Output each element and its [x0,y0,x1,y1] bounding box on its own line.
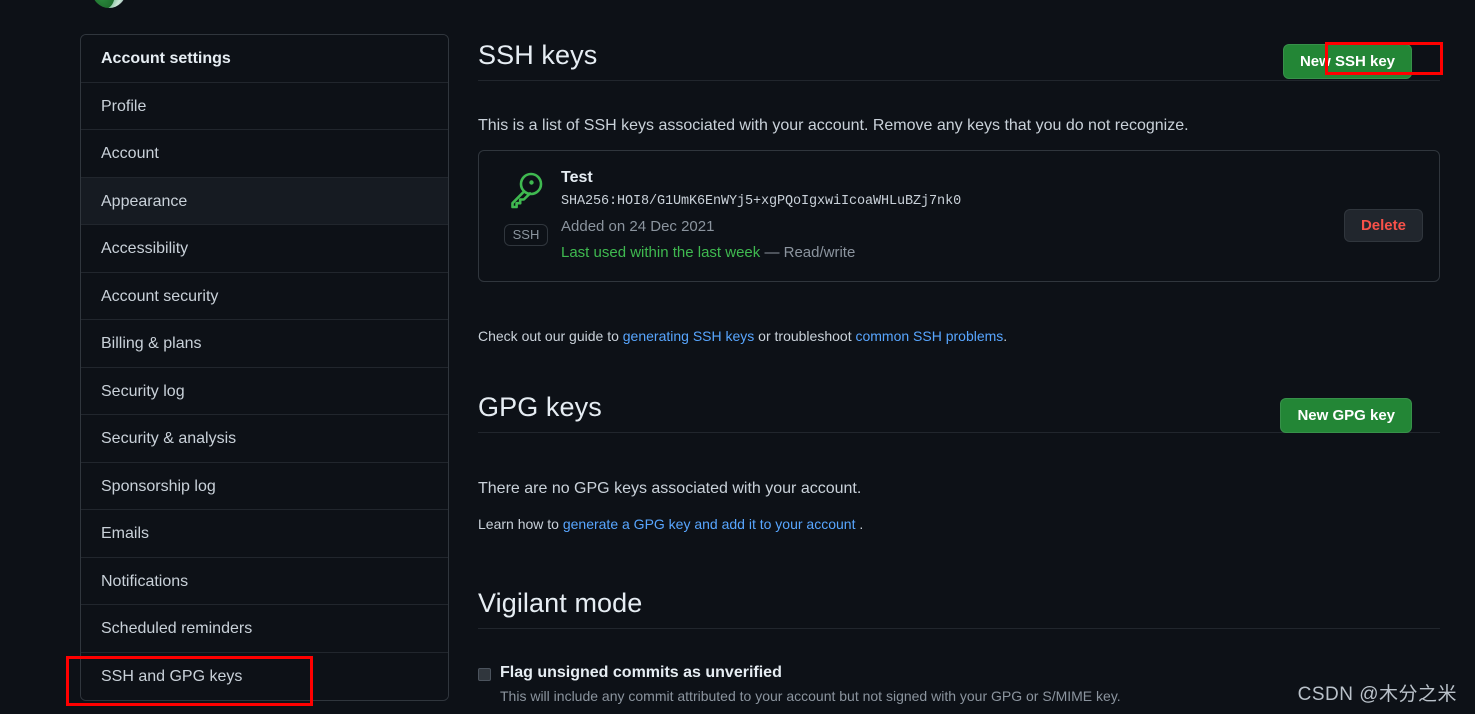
sidebar-item-appearance[interactable]: Appearance [81,177,448,225]
sidebar-item-label: Accessibility [101,240,189,257]
sidebar-item-billing-and-plans[interactable]: Billing & plans [81,320,448,368]
ssh-guide-middle: or troubleshoot [754,328,856,344]
delete-ssh-key-button[interactable]: Delete [1343,209,1423,242]
gpg-keys-section-header: GPG keys New GPG key [478,392,1440,433]
sidebar-item-label: Profile [101,97,147,115]
ssh-key-last-used: Last used within the last week — Read/wr… [561,240,1423,266]
sidebar-item-account[interactable]: Account [81,130,448,178]
gpg-keys-empty-message: There are no GPG keys associated with yo… [478,480,862,497]
sidebar-item-account-settings[interactable]: Account settings [81,35,448,83]
ssh-key-last-used-text: Last used within the last week [561,243,761,261]
flag-unsigned-commits-description: This will include any commit attributed … [500,688,1121,705]
ssh-guide-prefix: Check out our guide to [478,328,623,344]
ssh-key-access-level: — Read/write [764,243,856,261]
vigilant-mode-section-header: Vigilant mode [478,588,1440,629]
gpg-learn-suffix: . [855,516,864,532]
key-icon [506,171,546,218]
sidebar-item-label: Security log [101,382,185,400]
gpg-learn-prefix: Learn how to [478,516,563,532]
sidebar-item-label: Security & analysis [101,430,237,447]
sidebar-item-label: Emails [101,525,150,542]
sidebar-item-label: Appearance [101,192,188,210]
sidebar-item-sponsorship-log[interactable]: Sponsorship log [81,462,448,510]
sidebar-item-label: Account [101,145,159,162]
common-ssh-problems-link[interactable]: common SSH problems [855,328,1003,344]
sidebar-item-emails[interactable]: Emails [81,510,448,558]
sidebar-item-label: Account settings [101,50,231,67]
ssh-key-fingerprint: SHA256:HOI8/G1UmK6EnWYj5+xgPQoIgxwiIcoaW… [561,193,962,209]
ssh-key-added-date: Added on 24 Dec 2021 [561,218,715,236]
sidebar-item-label: Account security [101,287,219,305]
sidebar-item-accessibility[interactable]: Accessibility [81,225,448,273]
sidebar-item-label: Sponsorship log [101,477,216,495]
vigilant-mode-checkbox-texts: Flag unsigned commits as unverified This… [500,662,1121,707]
sidebar-item-label: Billing & plans [101,335,202,352]
sidebar-item-scheduled-reminders[interactable]: Scheduled reminders [81,605,448,653]
vigilant-mode-checkbox-row[interactable]: Flag unsigned commits as unverified This… [478,662,1408,707]
ssh-keys-section-header: SSH keys New SSH key [478,40,1440,81]
new-gpg-key-button[interactable]: New GPG key [1280,398,1412,433]
sidebar-item-security-and-analysis[interactable]: Security & analysis [81,415,448,463]
sidebar-item-profile[interactable]: Profile [81,82,448,130]
sidebar-item-account-security[interactable]: Account security [81,272,448,320]
page-root: Account settings Profile Account Appeara… [0,0,1475,714]
sidebar-item-label: SSH and GPG keys [101,667,243,685]
ssh-key-icon-column: SSH [495,167,557,246]
sidebar-item-label: Scheduled reminders [101,620,253,637]
main-content: SSH keys New SSH key This is a list of S… [478,0,1475,714]
ssh-key-card: SSH Test SHA256:HOI8/G1UmK6EnWYj5+xgPQoI… [478,150,1440,283]
sidebar-item-security-log[interactable]: Security log [81,367,448,415]
csdn-watermark: CSDN @木分之米 [1297,684,1457,705]
settings-sidebar: Account settings Profile Account Appeara… [80,34,449,701]
flag-unsigned-commits-checkbox[interactable] [478,668,491,681]
gpg-learn-text: Learn how to generate a GPG key and add … [478,514,1408,535]
ssh-guide-suffix: . [1003,328,1008,344]
ssh-type-badge: SSH [503,224,549,246]
generating-ssh-keys-link[interactable]: generating SSH keys [623,328,755,344]
ssh-key-details: Test SHA256:HOI8/G1UmK6EnWYj5+xgPQoIgxwi… [557,167,1423,265]
avatar[interactable] [92,0,126,8]
ssh-keys-description: This is a list of SSH keys associated wi… [478,117,1189,134]
ssh-guide-text: Check out our guide to generating SSH ke… [478,326,1408,347]
generate-gpg-key-link[interactable]: generate a GPG key and add it to your ac… [563,516,856,532]
sidebar-item-ssh-and-gpg-keys[interactable]: SSH and GPG keys [81,652,448,700]
sidebar-item-notifications[interactable]: Notifications [81,557,448,605]
new-ssh-key-button[interactable]: New SSH key [1282,44,1412,79]
ssh-key-name: Test [561,169,593,186]
flag-unsigned-commits-label: Flag unsigned commits as unverified [500,664,782,681]
sidebar-item-label: Notifications [101,572,189,590]
vigilant-mode-title: Vigilant mode [478,588,643,618]
